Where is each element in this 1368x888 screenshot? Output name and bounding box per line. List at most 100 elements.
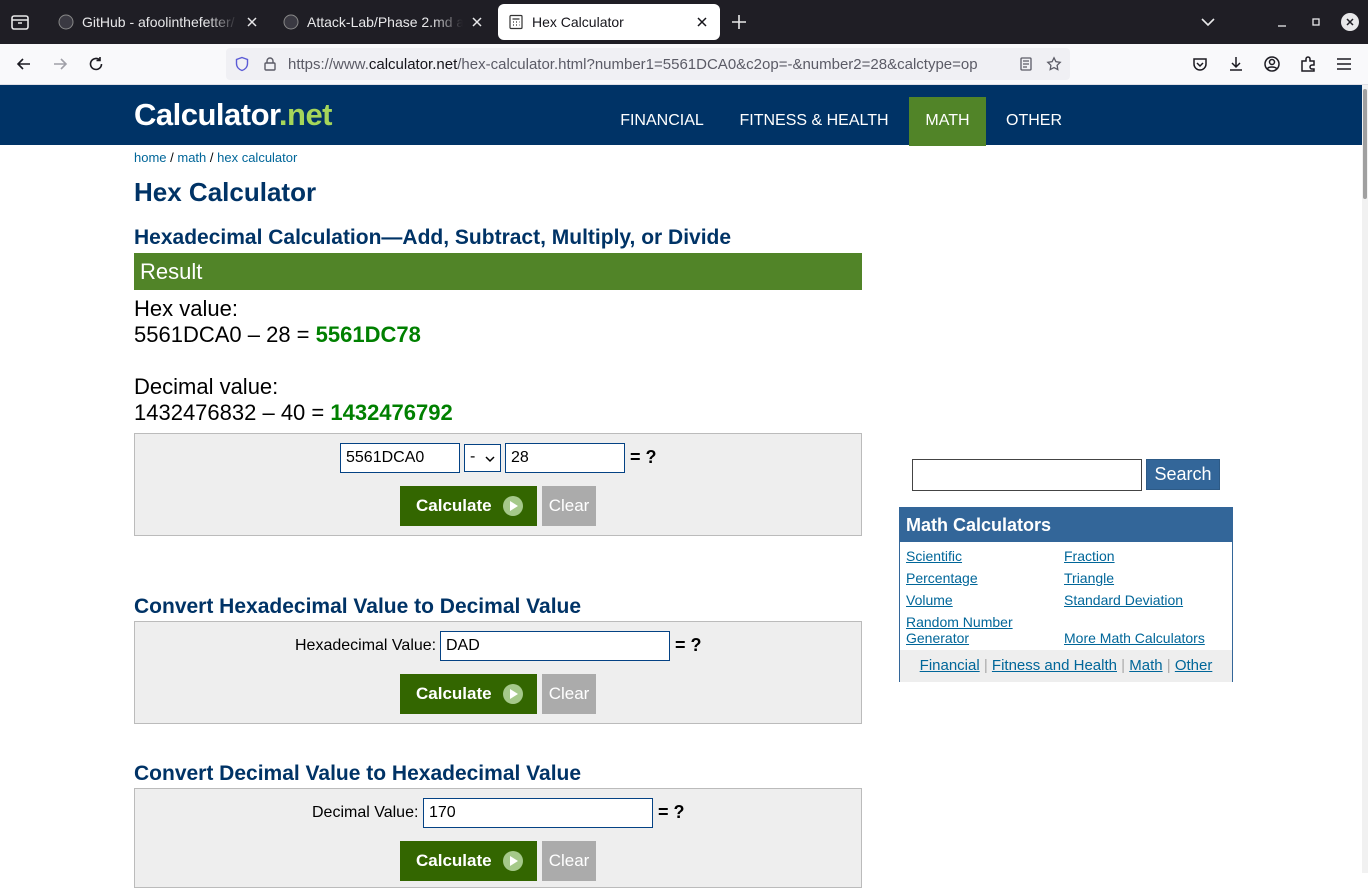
site-header: Calculator.net FINANCIAL FITNESS & HEALT… (0, 85, 1362, 146)
decimal-answer: 1432476792 (330, 400, 453, 425)
number2-input[interactable] (505, 443, 625, 473)
operator-value: - (470, 448, 476, 465)
decimal-expression: 1432476832 – 40 = (134, 400, 331, 425)
account-icon[interactable] (1262, 54, 1282, 74)
link-more-math-calculators[interactable]: More Math Calculators (1064, 630, 1205, 646)
clear-button[interactable]: Clear (542, 674, 596, 714)
url-text[interactable]: https://www.calculator.net/hex-calculato… (288, 56, 1008, 73)
play-icon (503, 851, 523, 871)
window-close-icon[interactable] (1340, 12, 1360, 32)
clear-button[interactable]: Clear (542, 841, 596, 881)
breadcrumb-math[interactable]: math (177, 150, 206, 165)
calculate-button[interactable]: Calculate (400, 841, 537, 881)
url-domain: calculator.net (368, 56, 458, 73)
calculator-icon (509, 14, 523, 30)
forward-icon[interactable] (50, 54, 70, 74)
footer-link-other[interactable]: Other (1175, 657, 1213, 674)
github-icon (283, 14, 299, 30)
chevron-down-icon (485, 456, 495, 463)
footer-link-math[interactable]: Math (1129, 657, 1162, 674)
download-icon[interactable] (1226, 54, 1246, 74)
calculate-button[interactable]: Calculate (400, 486, 537, 526)
site-logo[interactable]: Calculator.net (134, 97, 333, 133)
nav-other[interactable]: OTHER (994, 97, 1074, 146)
link-triangle[interactable]: Triangle (1064, 570, 1114, 586)
pocket-icon[interactable] (1190, 54, 1210, 74)
math-calculators-title: Math Calculators (900, 508, 1232, 542)
equals-question: = ? (675, 635, 702, 655)
tab-list-icon[interactable] (8, 10, 32, 34)
hex-value-input[interactable] (440, 631, 670, 661)
url-prefix: https://www. (288, 56, 369, 73)
calculate-label: Calculate (416, 496, 492, 515)
decimal-to-hex-form: Decimal Value: = ? Calculate Clear (134, 788, 862, 888)
hex-result-line: 5561DCA0 – 28 = 5561DC78 (134, 322, 421, 348)
minimize-icon[interactable] (1272, 12, 1292, 32)
tab-title: GitHub - afoolinthefetter/ (82, 14, 235, 30)
footer-link-fitness-health[interactable]: Fitness and Health (992, 657, 1117, 674)
clear-button[interactable]: Clear (542, 486, 596, 526)
calculate-label: Calculate (416, 851, 492, 870)
tab-title: Hex Calculator (532, 14, 624, 30)
number1-input[interactable] (340, 443, 460, 473)
decimal-value-field-label: Decimal Value: (312, 804, 419, 821)
tab-github[interactable]: GitHub - afoolinthefetter/ (48, 4, 270, 40)
extensions-icon[interactable] (1298, 54, 1318, 74)
calculate-button[interactable]: Calculate (400, 674, 537, 714)
search-button[interactable]: Search (1146, 459, 1220, 490)
breadcrumb: home / math / hex calculator (134, 150, 298, 165)
calculate-label: Calculate (416, 684, 492, 703)
url-bar[interactable]: https://www.calculator.net/hex-calculato… (226, 48, 1070, 80)
decimal-value-input[interactable] (423, 798, 653, 828)
shield-icon[interactable] (234, 56, 250, 72)
nav-financial[interactable]: FINANCIAL (608, 97, 716, 146)
url-path: /hex-calculator.html?number1=5561DCA0&c2… (457, 56, 978, 73)
link-volume[interactable]: Volume (906, 592, 953, 608)
sidebar-category-links: Financial | Fitness and Health | Math | … (900, 650, 1232, 682)
link-scientific[interactable]: Scientific (906, 548, 962, 564)
logo-text: Calculator (134, 97, 279, 132)
breadcrumb-hex-calculator[interactable]: hex calculator (217, 150, 297, 165)
menu-icon[interactable] (1334, 54, 1354, 74)
new-tab-icon[interactable] (729, 12, 749, 32)
browser-nav-bar: https://www.calculator.net/hex-calculato… (0, 44, 1368, 85)
tab-title: Attack-Lab/Phase 2.md at (307, 14, 463, 30)
tab-hex-calculator[interactable]: Hex Calculator (498, 4, 720, 40)
breadcrumb-home[interactable]: home (134, 150, 167, 165)
scrollbar-thumb[interactable] (1363, 89, 1367, 199)
link-standard-deviation[interactable]: Standard Deviation (1064, 592, 1183, 608)
close-icon[interactable] (694, 14, 710, 30)
back-icon[interactable] (14, 54, 34, 74)
hex-value-field-label: Hexadecimal Value: (295, 637, 437, 654)
math-calculators-box: Math Calculators Scientific Percentage V… (899, 507, 1233, 682)
link-random-number-generator[interactable]: Random Number Generator (906, 614, 1026, 646)
operator-select[interactable]: - (464, 444, 501, 472)
nav-math[interactable]: MATH (909, 97, 986, 146)
lock-icon[interactable] (262, 56, 278, 72)
hex-calc-form: - = ? Calculate Clear (134, 433, 862, 536)
play-icon (503, 496, 523, 516)
footer-link-financial[interactable]: Financial (920, 657, 980, 674)
browser-tab-bar: GitHub - afoolinthefetter/ Attack-Lab/Ph… (0, 0, 1368, 44)
reader-view-icon[interactable] (1018, 56, 1034, 72)
play-icon (503, 684, 523, 704)
chevron-down-icon[interactable] (1198, 12, 1218, 32)
site-search-input[interactable] (912, 459, 1142, 491)
decimal-value-label: Decimal value: (134, 374, 279, 399)
decimal-to-hex-heading: Convert Decimal Value to Hexadecimal Val… (134, 762, 582, 785)
equals-question: = ? (658, 802, 685, 822)
tab-attack-lab[interactable]: Attack-Lab/Phase 2.md at (273, 4, 495, 40)
page-title: Hex Calculator (134, 177, 317, 207)
github-icon (58, 14, 74, 30)
maximize-icon[interactable] (1306, 12, 1326, 32)
close-icon[interactable] (469, 14, 485, 30)
link-percentage[interactable]: Percentage (906, 570, 978, 586)
link-fraction[interactable]: Fraction (1064, 548, 1115, 564)
reload-icon[interactable] (86, 54, 106, 74)
hex-answer: 5561DC78 (315, 322, 421, 347)
logo-tld: .net (278, 97, 333, 132)
page-scrollbar[interactable] (1362, 85, 1368, 873)
nav-fitness-health[interactable]: FITNESS & HEALTH (728, 97, 900, 146)
bookmark-star-icon[interactable] (1046, 56, 1062, 72)
close-icon[interactable] (244, 14, 260, 30)
